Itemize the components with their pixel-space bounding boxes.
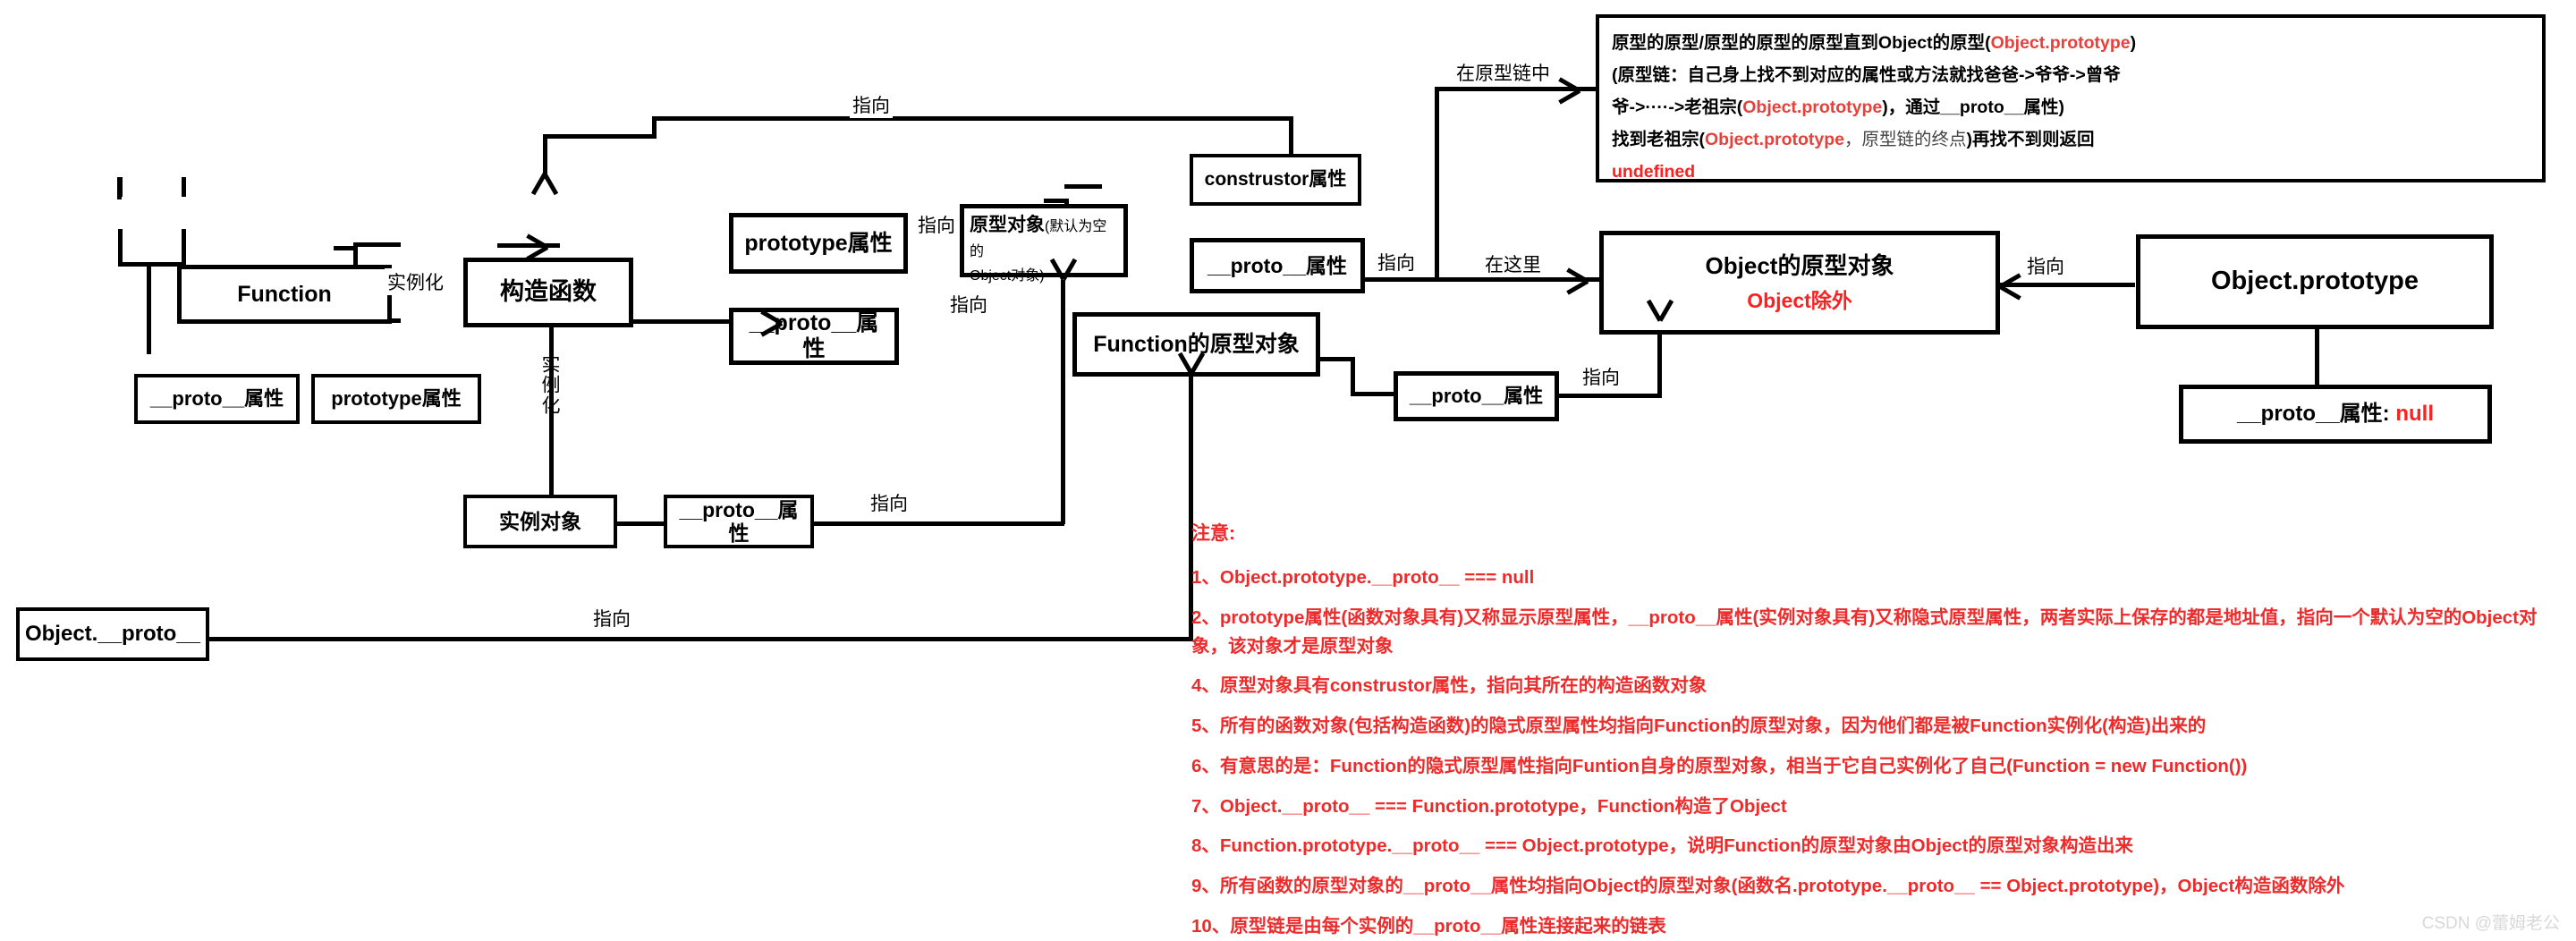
box-instance-object-label: 实例对象 xyxy=(499,509,581,533)
edge-instanceproto-up xyxy=(1061,280,1065,524)
csdn-watermark: CSDN @蕾姆老公 xyxy=(2421,914,2560,933)
edge-top-route-to-ctor xyxy=(587,134,657,139)
edge-fn-stem-l xyxy=(118,177,123,197)
edge-protoattr-to-objectprotoobj xyxy=(1333,277,1601,282)
box-function-prototype-attr[interactable]: prototype属性 xyxy=(311,374,481,424)
box-object-prototype-proto-null[interactable]: __proto__属性: null xyxy=(2179,385,2492,444)
box-proto-attr-mid[interactable]: __proto__属性 xyxy=(1190,238,1365,293)
edge-top-route-h xyxy=(652,116,1293,121)
edge-label-point-protoattr-to-right: 指向 xyxy=(1375,249,1418,276)
note-item: 2、prototype属性(函数对象具有)又称显示原型属性，__proto__属… xyxy=(1191,606,2538,657)
edge-prototype-to-protoobj xyxy=(497,243,560,248)
edge-top-into-constructor xyxy=(543,134,547,174)
note-item: 4、原型对象具有construstor属性，指向其所在的构造函数对象 xyxy=(1191,675,1707,697)
edge-ctor-to-prototype xyxy=(353,242,401,247)
note-item: 7、Object.__proto__ === Function.prototyp… xyxy=(1191,795,1787,817)
note-item: 5、所有的函数对象(包括构造函数)的隐式原型属性均指向Function的原型对象… xyxy=(1191,716,2207,737)
edge-fnproto-down xyxy=(118,229,123,267)
edge-label-here: 在这里 xyxy=(1482,250,1544,277)
box-function-proto-attr[interactable]: __proto__属性 xyxy=(134,374,300,424)
box-fnproto-obj-proto-attr-label: __proto__属性 xyxy=(1409,385,1544,408)
edge-instance-to-protoattr xyxy=(615,521,665,526)
edge-fn-merge-down xyxy=(147,262,151,354)
box-instance-proto-attr-label: __proto__属性 xyxy=(679,497,799,545)
note-item: 8、Function.prototype.__proto__ === Objec… xyxy=(1191,835,2133,857)
edge-label-in-prototype-chain: 在原型链中 xyxy=(1453,59,1553,86)
edge-label-instantiate-vertical: 实例化 xyxy=(539,354,560,416)
box-fnproto-obj-proto-attr[interactable]: __proto__属性 xyxy=(1394,371,1559,421)
box-function-proto-attr-label: __proto__属性 xyxy=(149,387,284,411)
note-item: 1、Object.prototype.__proto__ === null xyxy=(1191,567,1535,588)
box-function-prototype-object-label: Function的原型对象 xyxy=(1093,331,1300,357)
note-box-line-3: 爷->····->老祖宗(Object.prototype)，通过__proto… xyxy=(1612,97,2064,118)
box-prototype-object-sub2: Object对象) xyxy=(970,267,1045,284)
edge-chain-up xyxy=(1435,87,1439,280)
box-function[interactable]: Function xyxy=(177,265,392,324)
box-prototype-attr-label: prototype属性 xyxy=(744,230,893,256)
box-proto-attr-mid-label: __proto__属性 xyxy=(1208,253,1347,277)
edge-fn-children-merge xyxy=(118,262,186,267)
edge-label-point-prototype-to-protoobj: 指向 xyxy=(915,211,958,238)
edge-top-into-constructor-h xyxy=(543,134,589,139)
box-prototype-attr[interactable]: prototype属性 xyxy=(729,213,908,274)
edge-objectproto-right xyxy=(111,637,1193,641)
prototype-chain-note-box: 原型的原型/原型的原型的原型直到Object的原型(Object.prototy… xyxy=(1596,14,2546,182)
edge-fnprototype-down xyxy=(182,229,186,267)
note-item: 6、有意思的是：Function的隐式原型属性指向Funtion自身的原型对象，… xyxy=(1191,755,2248,776)
edge-label-instantiate-1: 实例化 xyxy=(385,268,446,295)
box-object-prototype-object-line1: Object的原型对象 xyxy=(1705,251,1894,279)
box-object-dunder-proto[interactable]: Object.__proto__ xyxy=(16,607,209,661)
box-constructor-function-label: 构造函数 xyxy=(500,278,597,306)
note-box-line-2: (原型链：自己身上找不到对应的属性或方法就找爸爸->爷爷->曾爷 xyxy=(1612,65,2121,86)
edge-fnprotoobj-step-v xyxy=(1351,357,1355,396)
edge-label-point-objectproto-bottom: 指向 xyxy=(590,605,633,632)
box-object-dunder-proto-label: Object.__proto__ xyxy=(24,622,201,647)
edge-label-point-ctorproto-to-fnproto: 指向 xyxy=(947,291,990,318)
box-prototype-object-label: 原型对象 xyxy=(970,215,1045,235)
box-object-prototype-label: Object.prototype xyxy=(2210,267,2419,296)
box-object-prototype[interactable]: Object.prototype xyxy=(2136,234,2494,329)
edge-label-point-objprototype-right: 指向 xyxy=(2024,252,2067,279)
box-prototype-object[interactable]: 原型对象(默认为空的 Object对象) xyxy=(960,204,1128,284)
box-instance-object[interactable]: 实例对象 xyxy=(463,495,617,548)
box-constructor-attr[interactable]: construstor属性 xyxy=(1190,154,1361,206)
box-object-prototype-proto-label: __proto__属性: xyxy=(2236,402,2396,427)
edge-fn-stem-r xyxy=(182,177,186,197)
box-function-label: Function xyxy=(237,281,332,307)
edge-instanceproto-right xyxy=(811,521,1064,526)
notes-title: 注意: xyxy=(1191,523,1235,544)
box-instance-proto-attr[interactable]: __proto__属性 xyxy=(664,495,814,548)
box-constructor-function[interactable]: 构造函数 xyxy=(463,258,633,327)
box-ctor-proto-attr[interactable]: __proto__属性 xyxy=(729,308,899,365)
edge-fnprotoobj-step-h xyxy=(1351,392,1395,396)
edge-objectprototype-down xyxy=(2315,329,2319,386)
box-ctor-proto-attr-label: __proto__属性 xyxy=(749,310,879,361)
edge-protoobj-to-constructor xyxy=(1064,184,1102,189)
box-constructor-attr-label: construstor属性 xyxy=(1204,168,1347,190)
note-box-line-4: 找到老祖宗(Object.prototype，原型链的终点)再找不到则返回 xyxy=(1612,130,2095,150)
edge-label-point-instanceproto-to-protoobj: 指向 xyxy=(868,489,911,516)
edge-label-point-top: 指向 xyxy=(850,91,893,118)
box-object-prototype-proto-value: null xyxy=(2395,402,2435,427)
note-item: 10、原型链是由每个实例的__proto__属性连接起来的链表 xyxy=(1191,915,1666,937)
note-item: 9、所有函数的原型对象的__proto__属性均指向Object的原型对象(函数… xyxy=(1191,876,2345,897)
edge-fnprotoobj-out xyxy=(1318,357,1354,361)
box-function-prototype-attr-label: prototype属性 xyxy=(331,387,462,411)
edge-objectprototype-to-objprotoobj xyxy=(1996,283,2135,287)
notes-panel: 注意: 1、Object.prototype.__proto__ === nul… xyxy=(1191,519,2560,941)
diagram-canvas: Function __proto__属性 prototype属性 Object.… xyxy=(0,0,2576,941)
note-box-line-1: 原型的原型/原型的原型的原型直到Object的原型(Object.prototy… xyxy=(1612,33,2137,53)
note-box-line-5: undefined xyxy=(1612,162,1696,182)
box-object-prototype-object-line2: Object除外 xyxy=(1747,288,1852,312)
edge-label-point-fnproto-protoattr: 指向 xyxy=(1580,363,1623,390)
